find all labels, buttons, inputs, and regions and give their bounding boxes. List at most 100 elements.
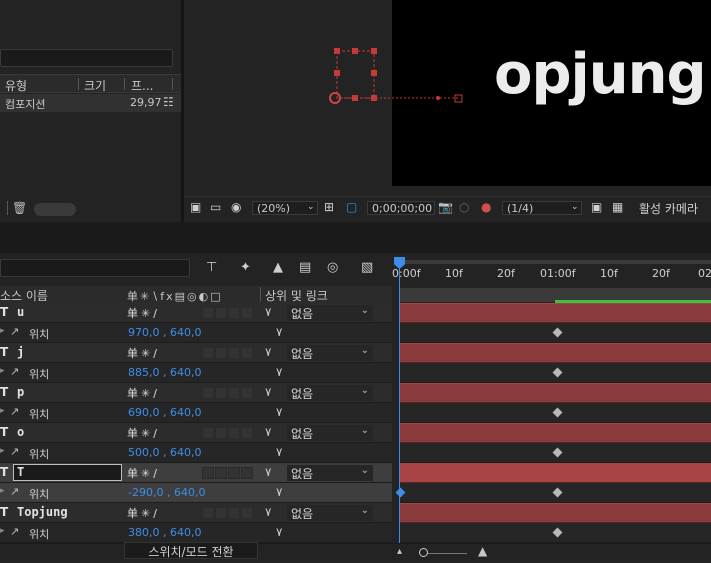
position-property-row[interactable]: ▸ ↗ 위치 690,0 , 640,0 ٧ [0,403,392,423]
layer-switches[interactable]: 单✳∕ [127,385,160,401]
position-property-row[interactable]: ▸ ↗ 위치 500,0 , 640,0 ٧ [0,443,392,463]
zoom-slider-thumb[interactable] [419,548,428,557]
shy-layers-icon[interactable]: ▲ [273,260,283,275]
graph-icon[interactable]: ↗ [10,405,19,418]
keyframe[interactable] [552,487,563,498]
timeline-search-input[interactable] [0,259,190,277]
keyframe[interactable] [552,447,563,458]
layer-switch-boxes[interactable] [202,467,254,482]
twirl-icon[interactable]: ▸ [0,446,5,456]
layer-name[interactable]: u [17,305,24,319]
comp-text-layer[interactable]: opjung [494,42,707,107]
keyframe-track[interactable] [395,483,711,503]
layer-switches[interactable]: 单✳∕ [127,305,160,321]
layer-name[interactable]: p [17,385,24,399]
layer-duration-bar[interactable] [400,343,711,363]
graph-icon[interactable]: ↗ [10,325,19,338]
mask-icon[interactable]: ◉ [231,200,241,214]
layer-duration-bar[interactable] [400,303,711,323]
pick-whip-icon[interactable]: ٧ [276,405,282,419]
parent-dropdown[interactable]: 없음 ⌄ [287,305,373,321]
pick-whip-icon[interactable]: ٧ [265,425,271,439]
frame-blending-icon[interactable]: ▤ [299,260,311,275]
time-navigator[interactable] [399,260,711,264]
zoom-out-icon[interactable]: ▴ [397,546,402,557]
graph-icon[interactable]: ↗ [10,445,19,458]
keyframe-track[interactable] [400,523,711,543]
layer-name[interactable]: Topjung [17,505,68,519]
composition-mini-flowchart-icon[interactable]: ⊤ [206,260,217,275]
camera-view-dropdown[interactable]: 활성 카메라 [639,200,698,217]
layer-switches[interactable]: 单✳∕ [127,425,160,441]
graph-editor-icon[interactable]: ▧ [361,260,373,275]
twirl-icon[interactable]: ▸ [0,526,5,536]
position-value[interactable]: 885,0 , 640,0 [128,366,201,379]
panel-divider[interactable] [0,222,711,253]
toggle-switches-modes-button[interactable]: 스위치/모드 전환 [124,542,258,559]
layer-switches[interactable]: 单✳∕ [127,345,160,361]
motion-blur-icon[interactable]: ◎ [327,260,338,275]
layer-duration-bar[interactable] [400,383,711,403]
project-item-row[interactable]: 컴포지션 29,97 ☷ [0,94,181,112]
parent-dropdown[interactable]: 없음 ⌄ [287,345,373,361]
bounding-handle[interactable] [371,70,377,76]
pick-whip-icon[interactable]: ٧ [265,505,271,519]
bounding-handle[interactable] [371,48,377,54]
keyframe[interactable] [552,407,563,418]
position-property-row[interactable]: ▸ ↗ 위치 970,0 , 640,0 ٧ [0,323,392,343]
position-property-row[interactable]: ▸ ↗ 위치 -290,0 , 640,0 ٧ [0,483,392,503]
always-preview-icon[interactable]: ▣ [190,200,201,214]
column-size[interactable]: 크기 [84,77,106,94]
layer-switch-boxes[interactable] [202,427,254,442]
position-value[interactable]: -290,0 , 640,0 [128,486,205,499]
pick-whip-icon[interactable]: ٧ [276,365,282,379]
project-search-input[interactable] [0,49,173,67]
bounding-handle[interactable] [334,70,340,76]
parent-dropdown[interactable]: 없음 ⌄ [287,425,373,441]
keyframe-track[interactable] [400,363,711,383]
current-time-indicator[interactable] [399,258,400,543]
layer-name[interactable]: T [13,464,122,481]
timecode-field[interactable]: 0;00;00;00 [367,201,435,215]
pick-whip-icon[interactable]: ٧ [276,445,282,459]
position-value[interactable]: 380,0 , 640,0 [128,526,201,539]
layer-switch-boxes[interactable] [202,347,254,362]
channel-icon[interactable]: ● [481,200,491,214]
keyframe-track[interactable] [400,323,711,343]
region-of-interest-icon[interactable]: ▢ [346,200,357,214]
pick-whip-icon[interactable]: ٧ [265,465,271,479]
pick-whip-icon[interactable]: ٧ [265,345,271,359]
graph-icon[interactable]: ↗ [10,525,19,538]
pick-whip-icon[interactable]: ٧ [265,305,271,319]
grid-icon[interactable]: ⊞ [324,200,334,214]
anchor-point-icon[interactable] [329,92,341,104]
fast-preview-icon[interactable]: ▣ [591,200,602,214]
resolution-dropdown[interactable]: (1/4) ⌄ [502,201,582,215]
layer-name[interactable]: o [17,425,24,439]
layer-row[interactable]: To 单✳∕ ٧ 없음 ⌄ [0,423,392,443]
layer-switch-boxes[interactable] [202,387,254,402]
zoom-dropdown[interactable]: (20%) ⌄ [252,201,318,215]
monitor-icon[interactable]: ▭ [210,200,221,214]
motion-path-keyframe[interactable] [436,96,440,100]
keyframe-track[interactable] [400,443,711,463]
show-snapshot-icon[interactable]: ○ [459,200,469,214]
position-property-row[interactable]: ▸ ↗ 위치 380,0 , 640,0 ٧ [0,523,392,543]
parent-dropdown[interactable]: 없음 ⌄ [287,465,373,481]
layer-row[interactable]: T Topjung 单✳∕ ٧ 없음 ⌄ [0,503,392,523]
thumbnail-scrollbar[interactable] [34,203,76,216]
layer-name[interactable]: j [17,345,24,359]
twirl-icon[interactable]: ▸ [0,326,5,336]
pick-whip-icon[interactable]: ٧ [276,485,282,499]
parent-dropdown[interactable]: 없음 ⌄ [287,385,373,401]
position-value[interactable]: 500,0 , 640,0 [128,446,201,459]
bounding-handle[interactable] [352,48,358,54]
text-bounding-box[interactable] [336,50,375,99]
column-frame-rate[interactable]: 프... [131,77,153,94]
flowchart-icon[interactable]: ☷ [163,95,174,109]
position-property-row[interactable]: ▸ ↗ 위치 885,0 , 640,0 ٧ [0,363,392,383]
keyframe[interactable] [552,327,563,338]
position-value[interactable]: 690,0 , 640,0 [128,406,201,419]
layer-switches[interactable]: 单✳∕ [127,505,160,521]
keyframe[interactable] [552,367,563,378]
